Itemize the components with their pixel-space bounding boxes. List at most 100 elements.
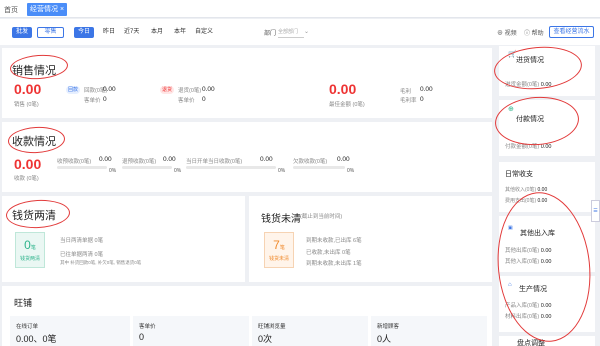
store-col-value: 0人 [377, 334, 392, 344]
receipt-item-label: 退预收款(0笔) [122, 159, 157, 165]
dept-select[interactable]: 全部部门 ⌄ [278, 26, 309, 38]
unsettled-count: 7 [273, 238, 280, 252]
purchase-line-label: 进货金额(0笔) [505, 82, 540, 88]
unsettled-box[interactable]: 7笔 钱货未清 [264, 232, 294, 268]
payment-title: 付款情况 [516, 116, 544, 123]
date-custom[interactable]: 自定义 [195, 27, 213, 38]
unsettled-subtitle: (截止到当前时间) [300, 214, 343, 220]
v2b-value: 0 [202, 96, 206, 103]
production-line2-label: 材料出库(0笔) [505, 314, 540, 320]
dept-label: 部门 [264, 31, 277, 37]
receipt-item-label: 收预收款(0笔) [57, 159, 92, 165]
sales-title: 销售情况 [12, 65, 56, 77]
v1b-label: 客单价 [84, 98, 101, 104]
production-v1: 0.00 [540, 303, 552, 309]
tab-home[interactable]: 首页 [4, 5, 18, 15]
store-col: 客单价 0 [133, 316, 249, 346]
store-col-value: 0次 [258, 334, 273, 344]
tab-business-status[interactable]: 经营情况 × [27, 3, 68, 16]
settled-box[interactable]: 0笔 钱货两清 [15, 232, 45, 268]
purchase-value: 0.00 [540, 82, 552, 88]
daily-line1-label: 其他收入(0笔) [505, 187, 537, 193]
wholesale-button[interactable]: 批发 [12, 27, 32, 38]
date-7days[interactable]: 近7天 [124, 27, 139, 38]
video-link[interactable]: ⊕ 视频 [497, 28, 517, 37]
badge-return-goods: 退货 [160, 86, 175, 94]
sales-value: 0.00 [14, 81, 42, 97]
filter-bar: 批发 零售 今日 昨日 近7天 本月 本年 自定义 部门 全部部门 ⌄ ⊕ 视频 … [0, 19, 600, 45]
receipt-progress [57, 166, 107, 169]
close-icon[interactable]: × [60, 6, 64, 13]
receipt-item-label: 欠款收款(0笔) [293, 159, 328, 165]
settled-title: 钱货两清 [12, 210, 56, 222]
settled-line1: 当日两清单据 0笔 [60, 238, 104, 244]
box-icon: ▣ [508, 225, 513, 231]
unsettled-title: 钱货未清 [261, 214, 301, 225]
tab-bar: 首页 经营情况 × [0, 0, 600, 18]
v2-label: 退货(0笔) [178, 88, 202, 94]
production-title: 生产情况 [519, 286, 547, 293]
settled-count: 0 [24, 238, 31, 252]
best-amount-label: 最佳金额 (0笔) [329, 102, 365, 108]
v1b-value: 0 [103, 96, 107, 103]
settled-box-label: 钱货两清 [19, 256, 40, 262]
margin-value: 0 [420, 96, 424, 103]
sales-label: 销售 (0笔) [14, 102, 39, 108]
badge-return-money: 回款 [66, 86, 81, 94]
view-business-flow-button[interactable]: 查看经营流水 [549, 26, 594, 38]
profit-value: 0.00 [420, 86, 433, 93]
receipt-item-value: 0.00 [260, 156, 273, 163]
daily-line2-label: 费用支出(0笔) [505, 198, 537, 204]
production-line1: 产品入库(0笔) 0.00 [505, 301, 551, 309]
retail-button[interactable]: 零售 [37, 27, 64, 38]
unsettled-line3: 到期未收款,未出库 1笔 [306, 261, 362, 267]
inventory-title: 盘点调整 [517, 340, 545, 346]
receipt-pct: 0% [109, 168, 117, 174]
receipt-pct: 0% [347, 168, 355, 174]
store-col-label: 新增顾客 [377, 324, 400, 330]
best-amount-value: 0.00 [329, 81, 357, 97]
help-link[interactable]: ⓘ 帮助 [524, 28, 544, 37]
other-v2: 0.00 [540, 259, 552, 265]
side-float-tab[interactable]: ☰ [591, 200, 600, 222]
sales-card: 销售情况 0.00 销售 (0笔) 回款 回款(0笔) 0.00 客单价 0 退… [2, 48, 492, 118]
payment-card[interactable]: ⊕ 付款情况 付款金额(0笔) 0.00 [499, 100, 595, 156]
settled-line3: 其中 补货回款0笔, 补欠0笔, 销售退货0笔 [60, 260, 142, 265]
receipt-progress [293, 166, 345, 169]
margin-label: 毛利率 [400, 98, 417, 104]
coin-icon: ⊕ [508, 106, 514, 113]
inventory-card[interactable]: 盘点调整 [499, 336, 595, 346]
tab-label: 经营情况 [30, 6, 58, 13]
store-col-value: 0.00、0笔 [16, 334, 57, 344]
purchase-line: 进货金额(0笔) 0.00 [505, 80, 551, 88]
daily-card[interactable]: 日常收支 其他收入(0笔) 0.00 费用支出(0笔) 0.00 [499, 162, 595, 212]
purchase-card[interactable]: 🛒 进货情况 进货金额(0笔) 0.00 [499, 46, 595, 96]
unsettled-unit: 笔 [279, 245, 285, 251]
settled-unit: 笔 [30, 245, 36, 251]
store-col: 新增顾客 0人 [371, 316, 487, 346]
production-v2: 0.00 [540, 314, 552, 320]
store-title: 旺铺 [14, 298, 33, 308]
other-v1: 0.00 [540, 248, 552, 254]
production-card[interactable]: ⌂ 生产情况 产品入库(0笔) 0.00 材料出库(0笔) 0.00 [499, 276, 595, 332]
date-today[interactable]: 今日 [74, 27, 95, 38]
daily-line1: 其他收入(0笔) 0.00 [505, 186, 547, 193]
other-line2-label: 其他入库(0笔) [505, 259, 540, 265]
date-year[interactable]: 本年 [174, 27, 186, 38]
store-card: 旺铺 在线订单 0.00、0笔 客单价 0 旺铺浏览量 0次 新增顾客 0人 [2, 286, 492, 346]
receipt-progress [122, 166, 172, 169]
v2b-label: 客单价 [178, 98, 195, 104]
other-stock-card[interactable]: ▣ 其他出入库 其他出库(0笔) 0.00 其他入库(0笔) 0.00 [499, 216, 595, 272]
daily-line2: 费用支出(0笔) 0.00 [505, 197, 547, 204]
receipt-title: 收款情况 [12, 136, 56, 148]
production-line2: 材料出库(0笔) 0.00 [505, 312, 551, 320]
receipt-pct: 0% [174, 168, 182, 174]
receipt-card: 收款情况 0.00 收款 (0笔) 收预收款(0笔) 0.00 0% 退预收款(… [2, 122, 492, 192]
v2-value: 0.00 [202, 86, 215, 93]
date-month[interactable]: 本月 [151, 27, 163, 38]
date-yesterday[interactable]: 昨日 [103, 27, 115, 38]
daily-v1: 0.00 [537, 187, 548, 193]
dept-placeholder: 全部部门 [278, 29, 299, 35]
daily-title: 日常收支 [505, 171, 533, 178]
store-col-label: 旺铺浏览量 [258, 324, 286, 330]
